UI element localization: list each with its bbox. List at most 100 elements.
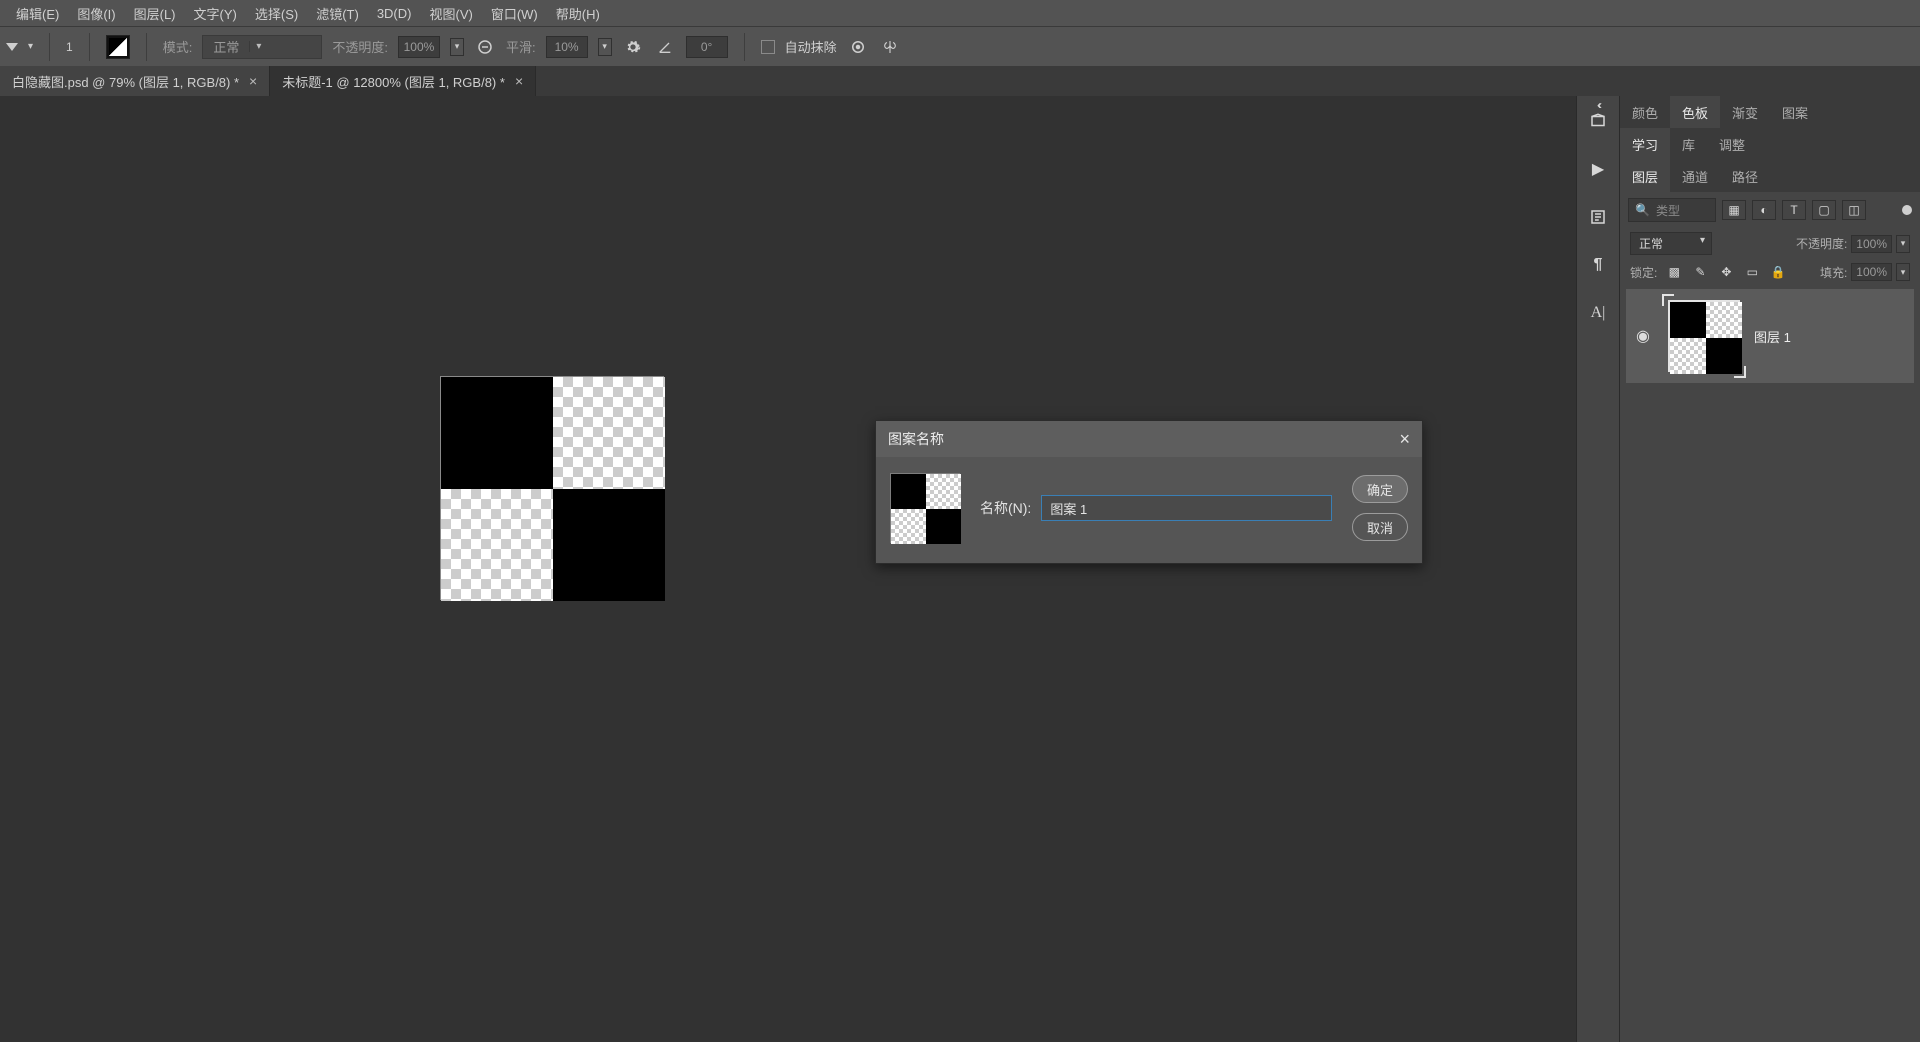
layer-fill-value[interactable]: 100% <box>1851 263 1892 281</box>
tab-learn[interactable]: 学习 <box>1620 128 1670 160</box>
document-tab[interactable]: 白隐藏图.psd @ 79% (图层 1, RGB/8) * × <box>0 66 270 96</box>
pattern-name-input[interactable] <box>1041 495 1332 521</box>
filter-toggle-icon[interactable] <box>1902 205 1912 215</box>
layer-filter-type[interactable]: 🔍 类型 <box>1628 198 1716 222</box>
brush-swatch-icon[interactable] <box>106 35 130 59</box>
search-icon: 🔍 <box>1635 203 1650 217</box>
ok-button[interactable]: 确定 <box>1352 475 1408 503</box>
filter-shape-icon[interactable]: ▢ <box>1812 200 1836 220</box>
tab-swatches[interactable]: 色板 <box>1670 96 1720 128</box>
filter-adjust-icon[interactable]: ◐ <box>1752 200 1776 220</box>
layer-row[interactable]: ◉ 图层 1 <box>1626 289 1914 383</box>
menu-edit[interactable]: 编辑(E) <box>8 1 67 26</box>
options-bar: ▾ 1 模式: 正常 ▾ 不透明度: 100% ▾ 平滑: 10% ▾ 0° 自… <box>0 26 1920 66</box>
right-panel-stack: 颜色 色板 渐变 图案 学习 库 调整 图层 通道 路径 🔍 类型 ▦ ◐ T … <box>1620 96 1920 1042</box>
properties-icon[interactable] <box>1587 206 1609 228</box>
menu-view[interactable]: 视图(V) <box>421 1 480 26</box>
canvas-area[interactable] <box>0 96 1133 1042</box>
document-tab[interactable]: 未标题-1 @ 12800% (图层 1, RGB/8) * × <box>270 66 536 96</box>
lock-brush-icon[interactable]: ✎ <box>1691 263 1709 281</box>
collapsed-panel-strip: ‹‹ ▶ ¶ A| <box>1576 96 1620 1042</box>
menu-window[interactable]: 窗口(W) <box>483 1 546 26</box>
symmetry-icon[interactable] <box>879 36 901 58</box>
menu-image[interactable]: 图像(I) <box>69 1 123 26</box>
separator <box>89 33 90 61</box>
name-label: 名称(N): <box>980 498 1031 518</box>
pattern-preview <box>890 473 960 543</box>
lock-transparency-icon[interactable]: ▩ <box>1665 263 1683 281</box>
layers-panel-tabs: 图层 通道 路径 <box>1620 160 1920 192</box>
pixel-black <box>553 489 665 601</box>
pixel-black <box>1670 302 1706 338</box>
name-field-group: 名称(N): <box>980 495 1332 521</box>
layer-opacity-value[interactable]: 100% <box>1851 235 1892 253</box>
tab-layers[interactable]: 图层 <box>1620 160 1670 192</box>
tab-paths[interactable]: 路径 <box>1720 160 1770 192</box>
filter-type-icon[interactable]: T <box>1782 200 1806 220</box>
angle-value[interactable]: 0° <box>686 36 728 58</box>
dialog-buttons: 确定 取消 <box>1352 475 1408 541</box>
close-icon[interactable]: × <box>249 73 257 89</box>
tab-adjustments[interactable]: 调整 <box>1707 128 1757 160</box>
pixel-black <box>891 474 926 509</box>
auto-erase-checkbox[interactable] <box>761 40 775 54</box>
menu-3d[interactable]: 3D(D) <box>369 3 420 24</box>
pixel-transparent <box>441 489 553 601</box>
menu-help[interactable]: 帮助(H) <box>548 1 608 26</box>
menu-select[interactable]: 选择(S) <box>247 1 306 26</box>
tab-channels[interactable]: 通道 <box>1670 160 1720 192</box>
chevron-down-icon[interactable]: ▾ <box>1896 263 1910 281</box>
lock-move-icon[interactable]: ✥ <box>1717 263 1735 281</box>
layer-blend-mode-dropdown[interactable]: 正常 <box>1630 232 1712 255</box>
separator <box>744 33 745 61</box>
tool-icon[interactable] <box>6 43 18 51</box>
tab-libraries[interactable]: 库 <box>1670 128 1707 160</box>
layer-lock-row: 锁定: ▩ ✎ ✥ ▭ 🔒 填充: 100% ▾ <box>1620 259 1920 285</box>
smoothing-chevron-icon[interactable]: ▾ <box>598 38 612 56</box>
tool-preset-chevron-icon[interactable]: ▾ <box>28 41 33 52</box>
layer-opacity-label: 不透明度: <box>1796 235 1847 252</box>
opacity-label: 不透明度: <box>332 37 388 56</box>
menu-filter[interactable]: 滤镜(T) <box>308 1 367 26</box>
menu-layer[interactable]: 图层(L) <box>126 1 184 26</box>
menu-type[interactable]: 文字(Y) <box>186 1 245 26</box>
actions-icon[interactable]: ▶ <box>1587 158 1609 180</box>
gear-icon[interactable] <box>622 36 644 58</box>
chevron-down-icon[interactable]: ▾ <box>1896 235 1910 253</box>
filter-smart-icon[interactable]: ◫ <box>1842 200 1866 220</box>
tab-color[interactable]: 颜色 <box>1620 96 1670 128</box>
layer-filter-placeholder: 类型 <box>1656 202 1680 219</box>
character-icon[interactable]: A| <box>1587 302 1609 324</box>
blend-mode-dropdown[interactable]: 正常 ▾ <box>202 35 322 59</box>
tab-patterns[interactable]: 图案 <box>1770 96 1820 128</box>
visibility-icon[interactable]: ◉ <box>1636 326 1654 346</box>
brush-size-value[interactable]: 1 <box>66 40 73 54</box>
blend-mode-value: 正常 <box>203 37 249 56</box>
layer-mode-row: 正常 不透明度: 100% ▾ <box>1620 228 1920 259</box>
paragraph-icon[interactable]: ¶ <box>1587 254 1609 276</box>
document-tab-label: 白隐藏图.psd @ 79% (图层 1, RGB/8) * <box>12 72 239 91</box>
tab-gradients[interactable]: 渐变 <box>1720 96 1770 128</box>
lock-artboard-icon[interactable]: ▭ <box>1743 263 1761 281</box>
canvas[interactable] <box>440 376 664 600</box>
opacity-value[interactable]: 100% <box>398 36 440 58</box>
close-icon[interactable]: × <box>1399 429 1410 450</box>
layer-thumbnail[interactable] <box>1668 300 1740 372</box>
pressure-opacity-icon[interactable] <box>474 36 496 58</box>
expand-panels-icon[interactable]: ‹‹ <box>1577 98 1619 108</box>
layer-name[interactable]: 图层 1 <box>1754 327 1791 346</box>
angle-icon[interactable] <box>654 36 676 58</box>
dialog-titlebar[interactable]: 图案名称 × <box>876 421 1422 457</box>
close-icon[interactable]: × <box>515 73 523 89</box>
lock-all-icon[interactable]: 🔒 <box>1769 263 1787 281</box>
cancel-button[interactable]: 取消 <box>1352 513 1408 541</box>
filter-pixel-icon[interactable]: ▦ <box>1722 200 1746 220</box>
pixel-transparent <box>1670 338 1706 374</box>
pressure-size-icon[interactable] <box>847 36 869 58</box>
history-icon[interactable] <box>1587 110 1609 132</box>
opacity-chevron-icon[interactable]: ▾ <box>450 38 464 56</box>
workspace: ‹‹ ▶ ¶ A| 颜色 色板 渐变 图案 学习 库 调整 图层 通道 路径 <box>0 96 1920 1042</box>
dialog-body: 名称(N): 确定 取消 <box>876 457 1422 563</box>
pixel-transparent <box>891 509 926 544</box>
smoothing-value[interactable]: 10% <box>546 36 588 58</box>
